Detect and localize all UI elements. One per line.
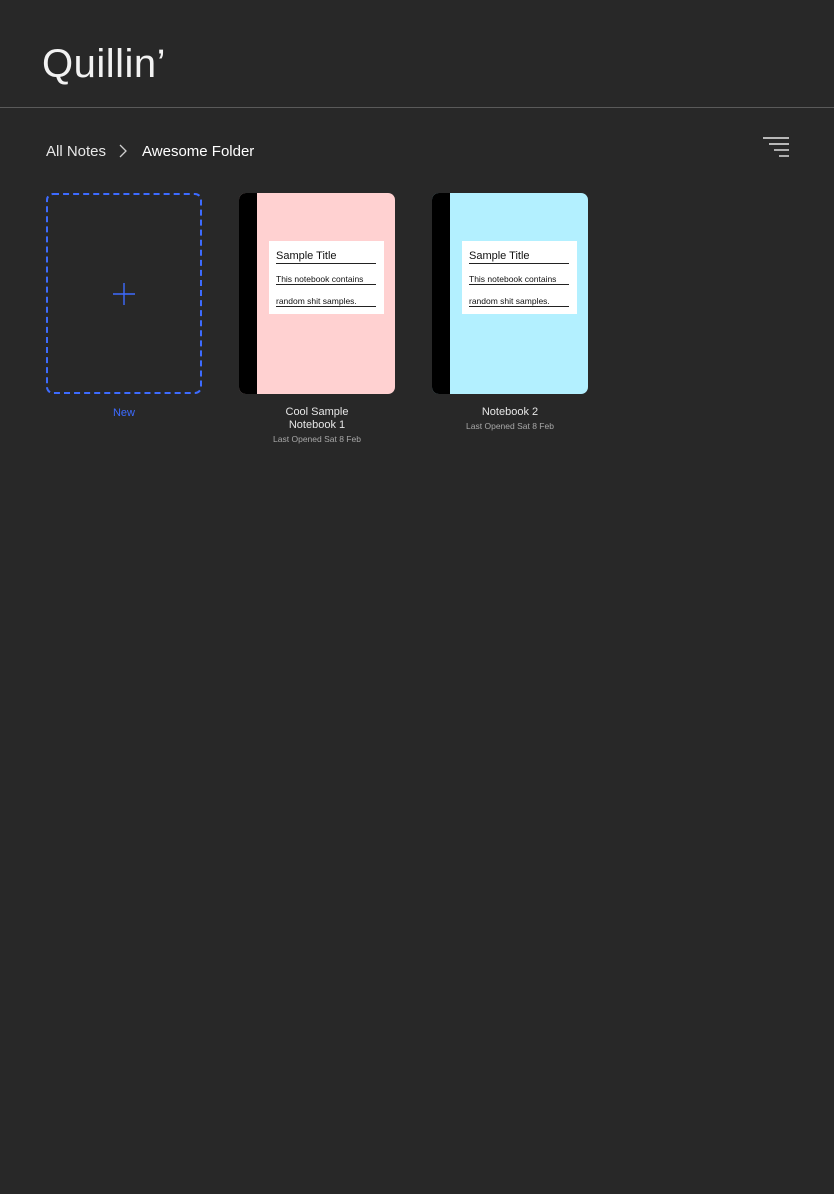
top-bar: Quillin’ (0, 0, 834, 108)
notebook-cover[interactable]: Sample Title This notebook contains rand… (432, 193, 588, 394)
cover-line: random shit samples. (276, 296, 376, 307)
menu-button[interactable] (762, 136, 790, 160)
notebook-name: Cool Sample Notebook 1 (285, 406, 349, 431)
app-title: Quillin’ (42, 42, 167, 86)
new-notebook-button[interactable] (46, 193, 202, 394)
chevron-right-icon (106, 139, 142, 163)
new-notebook-tile[interactable]: New (46, 193, 202, 420)
notebook-cover[interactable]: Sample Title This notebook contains rand… (239, 193, 395, 394)
cover-line: This notebook contains (276, 274, 376, 285)
cover-title: Sample Title (276, 250, 376, 264)
breadcrumb-current-folder: Awesome Folder (142, 142, 255, 160)
cover-title: Sample Title (469, 250, 569, 264)
new-notebook-label: New (112, 407, 135, 419)
notebook-tile[interactable]: Sample Title This notebook contains rand… (239, 193, 395, 445)
cover-label: Sample Title This notebook contains rand… (462, 241, 577, 314)
breadcrumb-all-notes[interactable]: All Notes (46, 143, 106, 160)
notebook-last-opened: Last Opened Sat 8 Feb (273, 434, 361, 444)
cover-line: random shit samples. (469, 296, 569, 307)
cover-label: Sample Title This notebook contains rand… (269, 241, 384, 314)
notebook-tile[interactable]: Sample Title This notebook contains rand… (432, 193, 588, 432)
menu-lines-icon (763, 137, 789, 157)
notebook-spine (239, 193, 257, 394)
cover-line: This notebook contains (469, 274, 569, 285)
notebook-name: Notebook 2 (481, 406, 539, 418)
breadcrumb: All Notes Awesome Folder (46, 139, 254, 163)
notebook-last-opened: Last Opened Sat 8 Feb (466, 421, 554, 431)
plus-icon (113, 283, 135, 305)
notebook-spine (432, 193, 450, 394)
app-window: Quillin’ All Notes Awesome Folder New Sa… (0, 0, 834, 1194)
